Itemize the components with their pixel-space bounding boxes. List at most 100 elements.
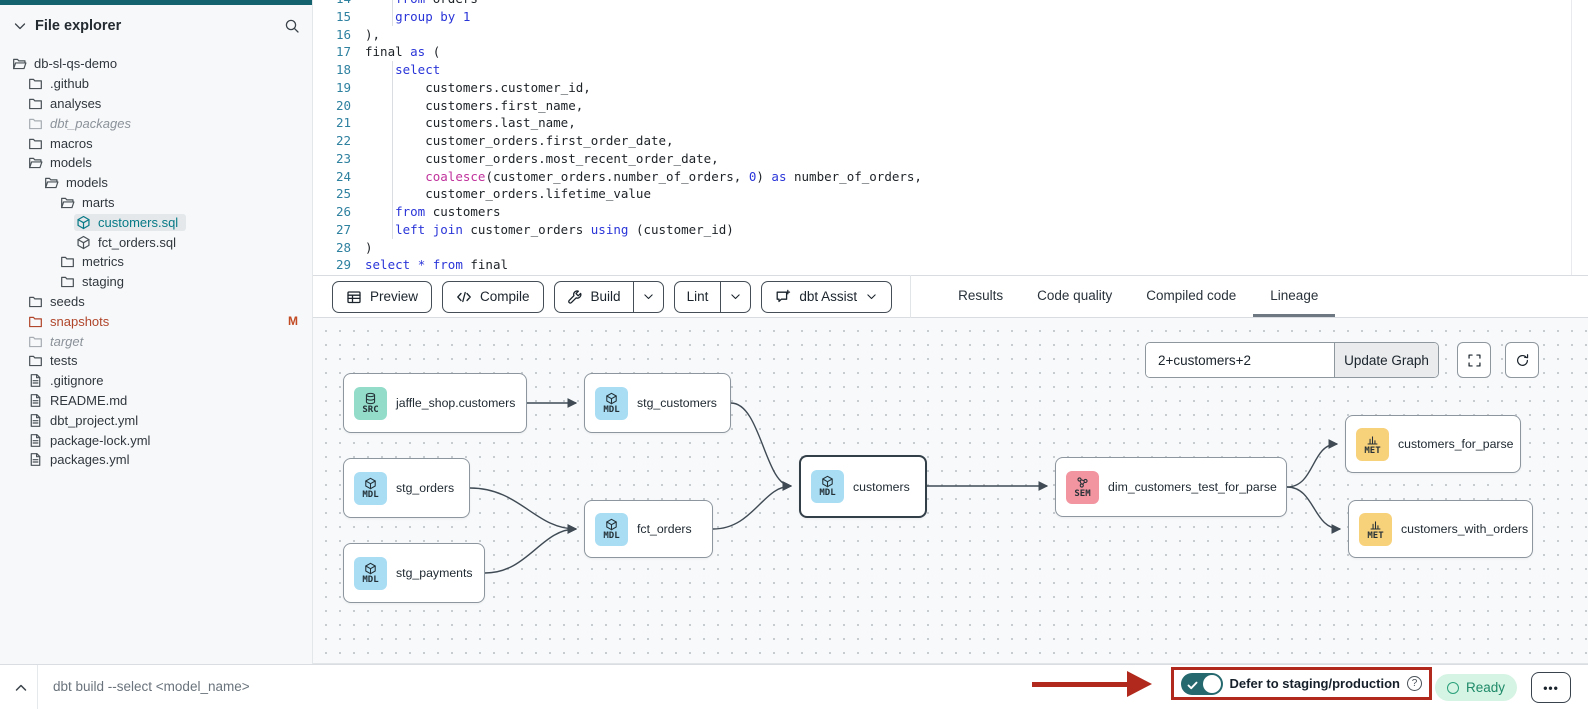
tree-item-models[interactable]: models: [0, 173, 312, 193]
tree-item-package-lock-yml[interactable]: package-lock.yml: [0, 430, 312, 450]
code-line[interactable]: 15 group by 1: [313, 8, 1588, 26]
dbt-assist-button[interactable]: dbt Assist: [761, 281, 892, 313]
tree-item-metrics[interactable]: metrics: [0, 252, 312, 272]
tree-item-content: marts: [58, 194, 123, 211]
tree-item-snapshots[interactable]: snapshotsM: [0, 311, 312, 331]
tree-item-packages-yml[interactable]: packages.yml: [0, 450, 312, 470]
line-number: 22: [313, 132, 351, 150]
code-line[interactable]: 23 customer_orders.most_recent_order_dat…: [313, 150, 1588, 168]
code-line[interactable]: 26 from customers: [313, 203, 1588, 221]
tree-item-analyses[interactable]: analyses: [0, 94, 312, 114]
file-icon: [28, 373, 43, 388]
command-input[interactable]: dbt build --select <model_name>: [53, 679, 250, 694]
tab-compiled-code[interactable]: Compiled code: [1129, 276, 1253, 317]
refresh-button[interactable]: [1505, 342, 1539, 378]
preview-button[interactable]: Preview: [332, 281, 432, 313]
tree-item-db-sl-qs-demo[interactable]: db-sl-qs-demo: [0, 54, 312, 74]
compile-button[interactable]: Compile: [442, 281, 544, 313]
code-line[interactable]: 16),: [313, 26, 1588, 44]
lineage-node-stg_customers[interactable]: MDLstg_customers: [584, 373, 731, 433]
line-number: 20: [313, 97, 351, 115]
lint-button[interactable]: Lint: [675, 282, 721, 312]
tab-results[interactable]: Results: [941, 276, 1020, 317]
code-token: [365, 169, 425, 184]
tree-item-dbt-packages[interactable]: dbt_packages: [0, 113, 312, 133]
code-line[interactable]: 29select * from final: [313, 256, 1588, 274]
tree-item-readme-md[interactable]: README.md: [0, 391, 312, 411]
toolbar-divider: [910, 275, 911, 318]
check-icon: [1187, 678, 1198, 689]
code-text: customers.customer_id,: [365, 79, 591, 97]
tree-item-label: .gitignore: [50, 373, 103, 388]
cube-icon: [364, 477, 377, 490]
tree-item-macros[interactable]: macros: [0, 133, 312, 153]
tree-item-content: macros: [26, 135, 101, 152]
tree-item-seeds[interactable]: seeds: [0, 292, 312, 312]
lineage-node-fct_orders[interactable]: MDLfct_orders: [584, 500, 713, 558]
code-line[interactable]: 20 customers.first_name,: [313, 97, 1588, 115]
fullscreen-button[interactable]: [1457, 342, 1491, 378]
tree-item-customers-sql[interactable]: customers.sql: [0, 212, 312, 232]
tree-item-dbt-project-yml[interactable]: dbt_project.yml: [0, 410, 312, 430]
node-type-label: MET: [1367, 532, 1383, 541]
node-type-label: MDL: [362, 576, 378, 585]
code-token: final: [365, 44, 410, 59]
node-label: jaffle_shop.customers: [396, 396, 515, 410]
lineage-node-stg_orders[interactable]: MDLstg_orders: [343, 458, 470, 518]
expand-command-bar-button[interactable]: [10, 677, 32, 699]
code-line[interactable]: 17final as (: [313, 43, 1588, 61]
tree-item-label: snapshots: [50, 314, 109, 329]
code-token: number_of_orders,: [786, 169, 921, 184]
code-editor[interactable]: 14 from orders15 group by 116),17final a…: [313, 0, 1588, 275]
ready-label: Ready: [1466, 680, 1505, 695]
line-number: 25: [313, 185, 351, 203]
lineage-node-dim_customers_test_for_parse[interactable]: SEMdim_customers_test_for_parse: [1055, 457, 1287, 517]
tree-item-label: fct_orders.sql: [98, 235, 176, 250]
code-line[interactable]: 28): [313, 239, 1588, 257]
code-token: select: [365, 257, 410, 272]
tree-item-marts[interactable]: marts: [0, 193, 312, 213]
tree-item-models[interactable]: models: [0, 153, 312, 173]
code-line[interactable]: 25 customer_orders.lifetime_value: [313, 185, 1588, 203]
tree-item-fct-orders-sql[interactable]: fct_orders.sql: [0, 232, 312, 252]
code-line[interactable]: 19 customers.customer_id,: [313, 79, 1588, 97]
edge-fct_orders-to-customers: [713, 486, 791, 529]
tree-item-staging[interactable]: staging: [0, 272, 312, 292]
update-graph-button[interactable]: Update Graph: [1334, 343, 1438, 377]
lineage-node-jaffle_shop_customers[interactable]: SRC jaffle_shop.customers: [343, 373, 527, 433]
metric-icon: [1369, 518, 1382, 531]
tree-item-gitignore[interactable]: .gitignore: [0, 371, 312, 391]
tree-item-target[interactable]: target: [0, 331, 312, 351]
code-line[interactable]: 21 customers.last_name,: [313, 114, 1588, 132]
lineage-node-customers[interactable]: MDLcustomers: [799, 455, 927, 518]
tree-item-github[interactable]: .github: [0, 74, 312, 94]
editor-scrollbar[interactable]: [1571, 0, 1572, 275]
sidebar-accent-bar: [0, 0, 312, 5]
defer-toggle[interactable]: [1181, 673, 1223, 695]
build-button[interactable]: Build: [555, 282, 633, 312]
code-line[interactable]: 14 from orders: [313, 0, 1588, 8]
lineage-node-stg_payments[interactable]: MDLstg_payments: [343, 543, 485, 603]
tree-item-tests[interactable]: tests: [0, 351, 312, 371]
tab-code-quality[interactable]: Code quality: [1020, 276, 1129, 317]
line-number: 17: [313, 43, 351, 61]
tab-lineage[interactable]: Lineage: [1253, 276, 1335, 317]
lineage-node-customers_for_parse[interactable]: METcustomers_for_parse: [1345, 415, 1521, 473]
lineage-selector-input[interactable]: [1146, 343, 1334, 377]
node-type-label: SRC: [362, 406, 378, 415]
code-line[interactable]: 18 select: [313, 61, 1588, 79]
search-icon[interactable]: [284, 18, 300, 34]
code-line[interactable]: 22 customer_orders.first_order_date,: [313, 132, 1588, 150]
code-line[interactable]: 24 coalesce(customer_orders.number_of_or…: [313, 168, 1588, 186]
lint-button-group: Lint: [674, 281, 752, 313]
chevron-down-icon[interactable]: [12, 18, 28, 34]
code-line[interactable]: 27 left join customer_orders using (cust…: [313, 221, 1588, 239]
folder-open-icon: [28, 155, 43, 170]
semantic-icon: [1076, 476, 1089, 489]
more-options-button[interactable]: •••: [1531, 672, 1571, 703]
help-icon[interactable]: ?: [1407, 676, 1422, 691]
lint-dropdown-button[interactable]: [720, 282, 750, 312]
build-dropdown-button[interactable]: [633, 282, 663, 312]
tree-item-content: .github: [26, 75, 97, 92]
lineage-node-customers_with_orders[interactable]: METcustomers_with_orders: [1348, 500, 1533, 558]
